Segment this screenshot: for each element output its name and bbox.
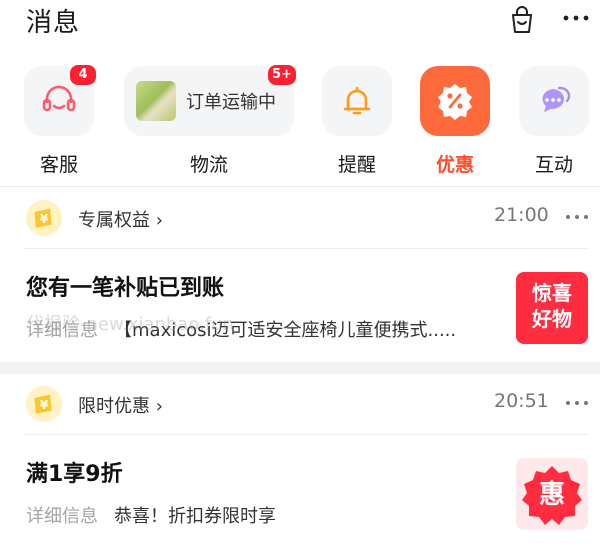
detail-label: 详细信息 [26, 506, 98, 527]
coin-icon: ¥ [26, 386, 62, 422]
package-thumbnail [136, 81, 176, 121]
divider [24, 248, 588, 249]
more-icon[interactable] [562, 206, 592, 228]
category-discount[interactable]: 优惠 [420, 66, 490, 176]
category-label: 优惠 [435, 154, 474, 176]
section-gap [0, 362, 600, 374]
chevron-right-icon: › [155, 210, 163, 231]
category-logistics[interactable]: 订单运输中 5+ 物流 [124, 63, 298, 176]
bell-icon [343, 86, 371, 115]
reminder-tile[interactable] [322, 66, 392, 136]
message-source-label: 限时优惠 [78, 396, 150, 417]
category-label: 提醒 [337, 154, 376, 176]
promo-glyph: 惠 [539, 480, 565, 510]
svg-text:¥: ¥ [40, 398, 49, 412]
header-bar: 消息 [0, 0, 600, 50]
card-header: ¥ 限时优惠 › 20:51 [0, 374, 600, 434]
promo-thumbnail[interactable]: 惊喜 好物 [516, 272, 588, 344]
shopping-bag-icon[interactable] [506, 4, 538, 36]
category-row: 4 客服 订单运输中 5+ 物流 提醒 优惠 互动 [0, 63, 600, 176]
discount-badge-icon: 惠 [522, 466, 582, 525]
promo-text-line-2: 好物 [532, 307, 572, 331]
message-title: 满1享9折 [26, 462, 123, 487]
message-time: 21:00 [494, 204, 549, 226]
more-icon[interactable] [562, 392, 592, 414]
unread-badge: 4 [68, 63, 98, 87]
promo-thumbnail[interactable]: 惠 [516, 458, 588, 530]
message-source[interactable]: 限时优惠 › [78, 392, 163, 418]
card-header: ¥ 专属权益 › 21:00 [0, 188, 600, 248]
interaction-tile[interactable] [519, 66, 589, 136]
watermark: 代报验-new.xianbao.fun [26, 314, 234, 335]
unread-badge: 5+ [266, 63, 298, 87]
message-card[interactable]: ¥ 限时优惠 › 20:51 满1享9折 详细信息 恭喜！折扣券限时享 惠 [0, 374, 600, 557]
message-text: 恭喜！折扣券限时享 [114, 506, 276, 527]
message-card[interactable]: ¥ 专属权益 › 21:00 您有一笔补贴已到账 详细信息 【maxicosi迈可… [0, 188, 600, 360]
category-label: 物流 [189, 154, 228, 176]
svg-text:¥: ¥ [40, 212, 49, 226]
chat-icon [542, 86, 571, 112]
logistics-tile[interactable]: 订单运输中 5+ [124, 63, 298, 136]
divider [24, 434, 588, 435]
category-interaction[interactable]: 互动 [519, 66, 589, 176]
shipping-status: 订单运输中 [186, 92, 276, 113]
message-time: 20:51 [494, 390, 549, 412]
page-title: 消息 [26, 8, 81, 38]
promo-text-line-1: 惊喜 [532, 281, 572, 305]
message-summary: 详细信息 恭喜！折扣券限时享 [26, 502, 276, 528]
divider [0, 186, 600, 187]
message-title: 您有一笔补贴已到账 [26, 276, 225, 301]
category-customer-service[interactable]: 4 客服 [24, 63, 98, 176]
coupon-icon [438, 84, 472, 120]
headset-icon [42, 85, 76, 112]
chevron-right-icon: › [155, 396, 163, 417]
category-label: 客服 [39, 154, 78, 176]
more-icon[interactable] [558, 2, 594, 34]
coin-icon: ¥ [26, 200, 62, 236]
message-source-label: 专属权益 [78, 210, 150, 231]
customer-service-tile[interactable]: 4 [24, 63, 98, 136]
category-label: 互动 [534, 154, 573, 176]
category-reminder[interactable]: 提醒 [322, 66, 392, 176]
message-source[interactable]: 专属权益 › [78, 206, 163, 232]
discount-tile[interactable] [420, 66, 490, 136]
